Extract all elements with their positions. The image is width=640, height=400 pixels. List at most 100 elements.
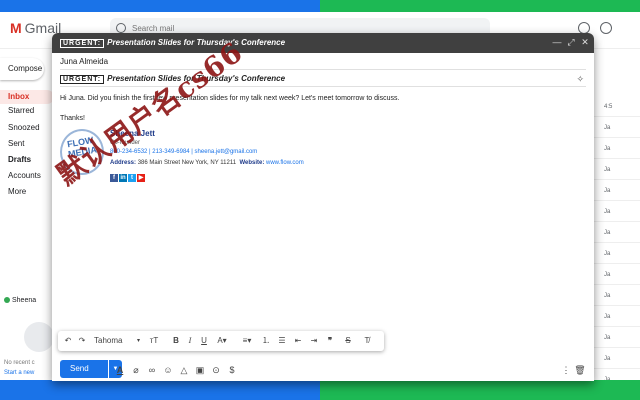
hangout-user[interactable]: Sheena bbox=[4, 297, 36, 304]
fullscreen-icon[interactable]: ⤢ bbox=[566, 37, 576, 47]
compose-title-text: Presentation Slides for Thursday's Confe… bbox=[107, 38, 286, 47]
sidebar-item-snoozed[interactable]: Snoozed bbox=[0, 121, 60, 135]
website-link[interactable]: www.flow.com bbox=[266, 160, 304, 166]
sidebar-item-accounts[interactable]: Accounts bbox=[0, 169, 60, 183]
search-input[interactable]: Search mail bbox=[132, 24, 174, 33]
send-button[interactable]: Send bbox=[60, 360, 108, 378]
link-icon[interactable]: ∞ bbox=[146, 364, 158, 376]
linkedin-icon[interactable]: in bbox=[119, 174, 127, 182]
search-icon[interactable] bbox=[116, 23, 126, 33]
formatting-options-icon[interactable]: A bbox=[114, 364, 126, 376]
mail-row-divider bbox=[594, 116, 640, 117]
mail-row-date[interactable]: Ja bbox=[604, 377, 640, 380]
quote-icon[interactable]: ❞ bbox=[324, 335, 336, 347]
emoji-icon[interactable]: ☺ bbox=[162, 364, 174, 376]
mail-row-divider bbox=[594, 263, 640, 264]
facebook-icon[interactable]: f bbox=[110, 174, 118, 182]
hangout-avatar[interactable] bbox=[24, 322, 54, 352]
mail-row-date[interactable]: Ja bbox=[604, 167, 640, 173]
sidebar-item-sent[interactable]: Sent bbox=[0, 137, 60, 151]
gmail-m-icon: M bbox=[10, 20, 22, 36]
undo-icon[interactable]: ↶ bbox=[62, 335, 74, 347]
mail-row-divider bbox=[594, 221, 640, 222]
redo-icon[interactable]: ↷ bbox=[76, 335, 88, 347]
sidebar-item-inbox[interactable]: Inbox bbox=[0, 90, 54, 104]
divider bbox=[60, 69, 586, 70]
attach-icon[interactable]: ⌀ bbox=[130, 364, 142, 376]
address-value: 386 Main Street New York, NY 11211 bbox=[137, 160, 237, 166]
formatting-toolbar: ↶ ↷ Tahoma ▾ тT B I U A▾ ≡▾ ⒈ ☰ ⇤ ⇥ ❞ S … bbox=[58, 331, 384, 351]
underline-icon[interactable]: U bbox=[198, 335, 210, 347]
sidebar-item-starred[interactable]: Starred bbox=[0, 104, 60, 118]
urgent-tag: URGENT: bbox=[60, 39, 105, 48]
remove-formatting-icon[interactable]: T̸ bbox=[360, 335, 374, 347]
discard-draft-icon[interactable]: 🗑 bbox=[574, 364, 586, 376]
mail-row-divider bbox=[594, 158, 640, 159]
message-body-thanks[interactable]: Thanks! bbox=[60, 115, 85, 122]
mail-row-date[interactable]: Ja bbox=[604, 356, 640, 362]
font-name: Tahoma bbox=[94, 336, 123, 345]
settings-icon[interactable] bbox=[600, 22, 612, 34]
mail-row-date[interactable]: Ja bbox=[604, 251, 640, 257]
chevron-down-icon: ▾ bbox=[136, 338, 140, 344]
to-field[interactable]: Juna Almeida bbox=[60, 57, 108, 66]
mail-row-divider bbox=[594, 242, 640, 243]
more-options-icon[interactable]: ⋮ bbox=[560, 364, 572, 376]
mail-row-divider bbox=[594, 368, 640, 369]
italic-icon[interactable]: I bbox=[184, 335, 196, 347]
mail-row-date[interactable]: Ja bbox=[604, 146, 640, 152]
drive-icon[interactable]: △ bbox=[178, 364, 190, 376]
mail-row-date[interactable]: Ja bbox=[604, 230, 640, 236]
mail-row-divider bbox=[594, 179, 640, 180]
signature-address: Address: 386 Main Street New York, NY 11… bbox=[110, 160, 304, 166]
mail-row-divider bbox=[594, 137, 640, 138]
close-icon[interactable]: ✕ bbox=[580, 37, 590, 47]
sidebar-item-more[interactable]: More bbox=[0, 185, 60, 199]
mail-row-date[interactable]: 4:5 bbox=[604, 104, 640, 110]
sidebar-item-drafts[interactable]: Drafts bbox=[0, 153, 60, 167]
compose-title: URGENT: Presentation Slides for Thursday'… bbox=[60, 38, 285, 48]
website-label: Website: bbox=[239, 160, 265, 166]
money-icon[interactable]: $ bbox=[226, 364, 238, 376]
urgent-tag: URGENT: bbox=[60, 75, 105, 84]
minimize-icon[interactable]: — bbox=[552, 37, 562, 47]
compose-window: URGENT: Presentation Slides for Thursday'… bbox=[52, 33, 594, 381]
numbered-list-icon[interactable]: ⒈ bbox=[260, 335, 272, 347]
social-icons: f in t ▶ bbox=[110, 172, 146, 182]
mail-row-divider bbox=[594, 284, 640, 285]
mail-row-date[interactable]: Ja bbox=[604, 209, 640, 215]
no-recent-chats: No recent c bbox=[4, 360, 35, 366]
youtube-icon[interactable]: ▶ bbox=[137, 174, 145, 182]
mail-row-date[interactable]: Ja bbox=[604, 314, 640, 320]
mail-row-date[interactable]: Ja bbox=[604, 293, 640, 299]
mail-row-date[interactable]: Ja bbox=[604, 188, 640, 194]
mail-row-divider bbox=[594, 305, 640, 306]
twitter-icon[interactable]: t bbox=[128, 174, 136, 182]
bold-icon[interactable]: B bbox=[170, 335, 182, 347]
hangout-user-name: Sheena bbox=[12, 297, 37, 304]
message-body-line[interactable]: Hi Juna. Did you finish the first few pr… bbox=[60, 95, 399, 102]
mail-row-divider bbox=[594, 347, 640, 348]
mail-row-date[interactable]: Ja bbox=[604, 335, 640, 341]
font-size-icon[interactable]: тT bbox=[146, 335, 162, 347]
indent-less-icon[interactable]: ⇤ bbox=[292, 335, 304, 347]
online-status-icon bbox=[4, 297, 10, 304]
text-color-icon[interactable]: A▾ bbox=[214, 335, 230, 347]
mail-row-date[interactable]: Ja bbox=[604, 272, 640, 278]
magic-wand-icon[interactable]: ✧ bbox=[576, 74, 584, 85]
indent-more-icon[interactable]: ⇥ bbox=[308, 335, 320, 347]
mail-row-divider bbox=[594, 200, 640, 201]
confidential-icon[interactable]: ⊙ bbox=[210, 364, 222, 376]
compose-button[interactable]: Compose bbox=[0, 58, 44, 80]
compose-title-bar[interactable]: URGENT: Presentation Slides for Thursday'… bbox=[52, 33, 594, 53]
mail-row-date[interactable]: Ja bbox=[604, 125, 640, 131]
photo-icon[interactable]: ▣ bbox=[194, 364, 206, 376]
start-new-chat-link[interactable]: Start a new bbox=[4, 370, 34, 376]
font-select[interactable]: Tahoma ▾ bbox=[94, 335, 140, 347]
strikethrough-icon[interactable]: S bbox=[342, 335, 354, 347]
divider bbox=[60, 86, 586, 87]
mail-row-divider bbox=[594, 326, 640, 327]
bulleted-list-icon[interactable]: ☰ bbox=[276, 335, 288, 347]
signature-contacts[interactable]: 800-234-6532 | 213-349-6984 | sheena.jet… bbox=[110, 149, 257, 155]
align-icon[interactable]: ≡▾ bbox=[238, 335, 256, 347]
